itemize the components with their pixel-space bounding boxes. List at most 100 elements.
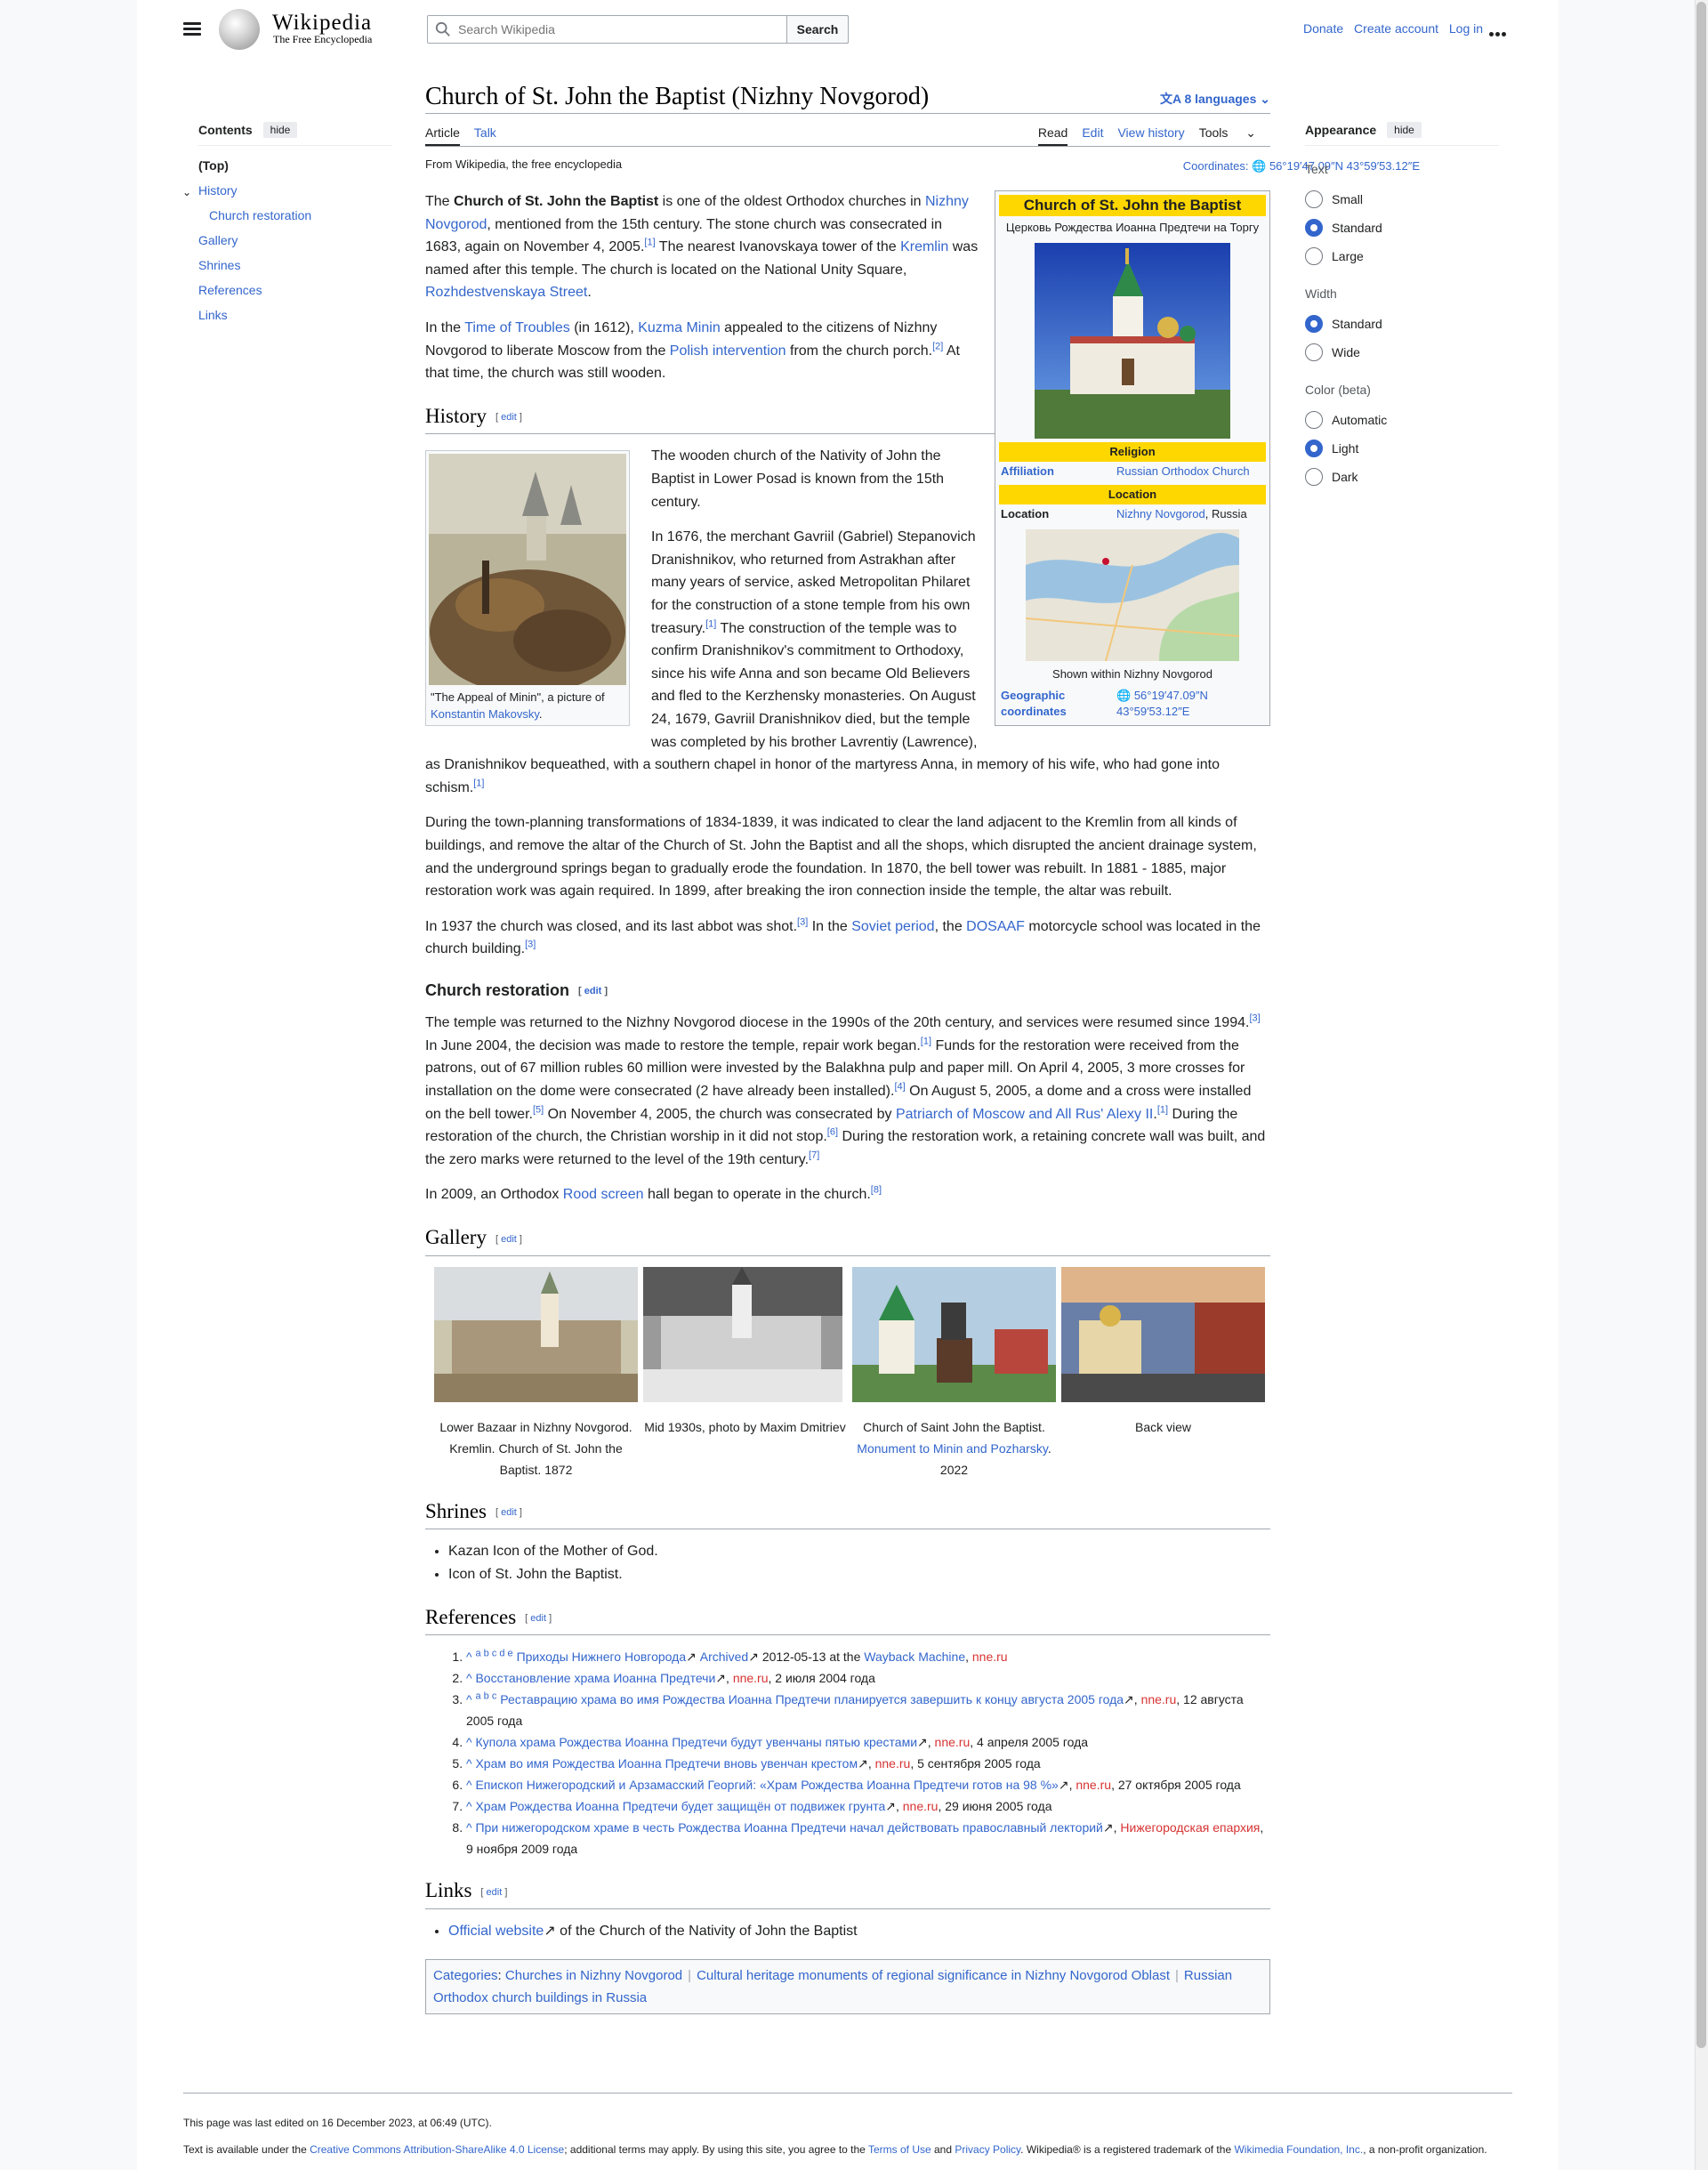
affiliation-label[interactable]: Affiliation	[1001, 464, 1054, 478]
category-link[interactable]: Cultural heritage monuments of regional …	[697, 1968, 1170, 1983]
search-button[interactable]: Search	[786, 15, 849, 44]
ref-link[interactable]: [3]	[1249, 1013, 1260, 1024]
ref-link[interactable]: Приходы Нижнего Новгорода	[517, 1650, 687, 1664]
edit-link[interactable]: edit	[578, 986, 608, 996]
license-link[interactable]: Creative Commons Attribution-ShareAlike …	[310, 2143, 564, 2156]
archived-link[interactable]: Archived	[700, 1650, 748, 1664]
ref-link[interactable]: Храм во имя Рождества Иоанна Предтечи вн…	[475, 1756, 858, 1771]
location-map[interactable]	[1026, 529, 1239, 661]
ref-backlink[interactable]: ^	[466, 1692, 472, 1706]
tab-article[interactable]: Article	[425, 125, 460, 146]
terms-link[interactable]: Terms of Use	[868, 2143, 931, 2156]
ref-link[interactable]: [1]	[1157, 1104, 1168, 1115]
gallery-image-lower-bazaar[interactable]	[434, 1266, 638, 1402]
ref-link[interactable]: Купола храма Рождества Иоанна Предтечи б…	[475, 1735, 917, 1749]
privacy-link[interactable]: Privacy Policy	[955, 2143, 1020, 2156]
gallery-image-back-view[interactable]	[1061, 1266, 1265, 1402]
appearance-hide-button[interactable]: hide	[1387, 122, 1422, 138]
link-polish-intervention[interactable]: Polish intervention	[670, 343, 786, 359]
edit-link[interactable]: edit	[525, 1613, 552, 1624]
link-patriarch-alexy[interactable]: Patriarch of Moscow and All Rus' Alexy I…	[896, 1107, 1153, 1122]
toc-item-shrines[interactable]: Shrines	[198, 258, 240, 272]
tab-edit[interactable]: Edit	[1082, 125, 1103, 140]
ref-link[interactable]: [3]	[797, 916, 808, 927]
ref-link[interactable]: [8]	[871, 1185, 882, 1196]
radio-width-wide[interactable]: Wide	[1305, 338, 1499, 367]
gallery-image-minin-monument[interactable]	[852, 1266, 1056, 1402]
ref-link[interactable]: Восстановление храма Иоанна Предтечи	[475, 1671, 715, 1685]
link-rood-screen[interactable]: Rood screen	[563, 1187, 644, 1202]
painting-appeal-of-minin[interactable]	[429, 454, 626, 686]
chevron-down-icon[interactable]: ⌄	[182, 183, 191, 201]
wmf-link[interactable]: Wikimedia Foundation, Inc.	[1234, 2143, 1363, 2156]
radio-text-standard[interactable]: Standard	[1305, 214, 1499, 242]
link-makovsky[interactable]: Konstantin Makovsky	[431, 707, 539, 721]
redlink[interactable]: nne.ru	[903, 1799, 939, 1813]
redlink[interactable]: nne.ru	[733, 1671, 769, 1685]
edit-link[interactable]: edit	[495, 1234, 522, 1245]
link-dosaaf[interactable]: DOSAAF	[966, 919, 1025, 934]
ref-link[interactable]: Епископ Нижегородский и Арзамасский Геор…	[475, 1778, 1058, 1792]
tab-talk[interactable]: Talk	[474, 125, 496, 140]
donate-link[interactable]: Donate	[1303, 21, 1343, 36]
wikipedia-logo[interactable]: Wikipedia The Free Encyclopedia	[219, 9, 397, 50]
edit-link[interactable]: edit	[480, 1887, 507, 1898]
ref-link[interactable]: [2]	[932, 341, 943, 351]
ref-backlink[interactable]: ^	[466, 1778, 472, 1792]
ref-backlink[interactable]: ^	[466, 1650, 472, 1664]
ref-backlink[interactable]: ^	[466, 1735, 472, 1749]
geo-coords-label[interactable]: Geographic coordinates	[1001, 689, 1067, 718]
main-menu-icon[interactable]	[183, 20, 201, 37]
toc-item-history[interactable]: History	[198, 183, 238, 198]
geo-coords-value[interactable]: 56°19′47.09″N 43°59′53.12″E	[1116, 689, 1208, 718]
log-in-link[interactable]: Log in	[1449, 21, 1483, 36]
create-account-link[interactable]: Create account	[1354, 21, 1438, 36]
radio-color-dark[interactable]: Dark	[1305, 463, 1499, 491]
ref-link[interactable]: Реставрацию храма во имя Рождества Иоанн…	[500, 1692, 1124, 1706]
category-link[interactable]: Churches in Nizhny Novgorod	[505, 1968, 682, 1983]
link-soviet-period[interactable]: Soviet period	[851, 919, 934, 934]
ref-link[interactable]: [7]	[809, 1150, 819, 1160]
radio-text-small[interactable]: Small	[1305, 185, 1499, 214]
toc-hide-button[interactable]: hide	[262, 122, 298, 138]
ref-backlink[interactable]: ^	[466, 1671, 472, 1685]
ref-link[interactable]: [1]	[473, 778, 484, 788]
redlink[interactable]: Нижегородская епархия	[1120, 1820, 1260, 1835]
affiliation-value[interactable]: Russian Orthodox Church	[1116, 464, 1250, 478]
radio-width-standard[interactable]: Standard	[1305, 310, 1499, 338]
ref-link[interactable]: Храм Рождества Иоанна Предтечи будет защ…	[475, 1799, 885, 1813]
ref-link[interactable]: [1]	[644, 238, 655, 248]
edit-link[interactable]: edit	[495, 412, 522, 423]
tab-tools[interactable]: Tools ⌄	[1199, 125, 1270, 140]
ref-backlink[interactable]: ^	[466, 1756, 472, 1771]
language-button[interactable]: 文A 8 languages ⌄	[1160, 90, 1270, 108]
ref-backlink[interactable]: ^	[466, 1820, 472, 1835]
radio-text-large[interactable]: Large	[1305, 242, 1499, 270]
radio-color-light[interactable]: Light	[1305, 434, 1499, 463]
more-options-icon[interactable]	[1489, 25, 1508, 41]
ref-link[interactable]: При нижегородском храме в честь Рождеств…	[475, 1820, 1102, 1835]
ref-link[interactable]: [3]	[525, 940, 536, 950]
ref-backlink[interactable]: ^	[466, 1799, 472, 1813]
wayback-link[interactable]: Wayback Machine	[864, 1650, 965, 1664]
radio-color-automatic[interactable]: Automatic	[1305, 406, 1499, 434]
ref-link[interactable]: [1]	[705, 618, 716, 629]
redlink[interactable]: nne.ru	[1141, 1692, 1177, 1706]
official-website-link[interactable]: Official website	[448, 1924, 544, 1939]
location-city-link[interactable]: Nizhny Novgorod	[1116, 507, 1205, 520]
toc-item-top[interactable]: (Top)	[198, 158, 229, 173]
link-time-of-troubles[interactable]: Time of Troubles	[464, 320, 570, 335]
link-minin-monument[interactable]: Monument to Minin and Pozharsky	[857, 1441, 1048, 1456]
tab-read[interactable]: Read	[1037, 125, 1068, 146]
categories-label[interactable]: Categories	[433, 1968, 498, 1983]
link-kuzma-minin[interactable]: Kuzma Minin	[638, 320, 720, 335]
ref-link[interactable]: [4]	[894, 1082, 905, 1093]
link-rozhdestvenskaya[interactable]: Rozhdestvenskaya Street	[425, 285, 587, 300]
redlink[interactable]: nne.ru	[972, 1650, 1008, 1664]
redlink[interactable]: nne.ru	[875, 1756, 911, 1771]
toc-item-church-restoration[interactable]: Church restoration	[209, 208, 311, 222]
scrollbar-thumb[interactable]	[1696, 2, 1706, 2048]
ref-link[interactable]: [6]	[827, 1127, 838, 1138]
gallery-image-1930s[interactable]	[643, 1266, 842, 1402]
redlink[interactable]: nne.ru	[1076, 1778, 1111, 1792]
